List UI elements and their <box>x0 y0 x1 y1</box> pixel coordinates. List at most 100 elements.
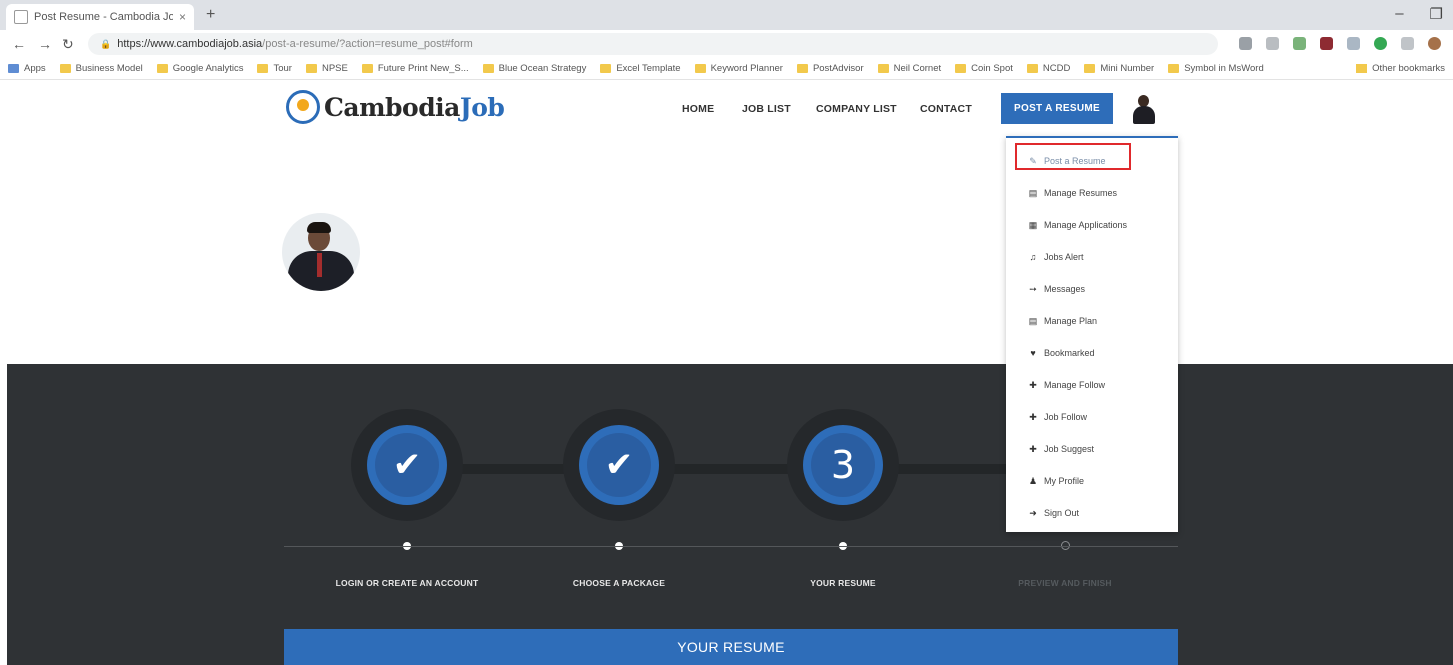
bookmark-item[interactable]: Coin Spot <box>955 63 1013 74</box>
extension-icon[interactable] <box>1347 37 1360 50</box>
nav-contact[interactable]: CONTACT <box>920 103 972 115</box>
new-tab-button[interactable]: + <box>206 6 215 24</box>
step-label: PREVIEW AND FINISH <box>1018 578 1112 588</box>
dropdown-item-jobs-alert[interactable]: ♫ Jobs Alert <box>1006 242 1178 272</box>
tab-title: Post Resume - Cambodia Job <box>34 11 173 23</box>
bookmark-item[interactable]: Apps <box>8 63 46 74</box>
site-header: CambodiaJob HOME JOB LIST COMPANY LIST C… <box>0 80 1453 136</box>
bookmark-item[interactable]: Tour <box>257 63 292 74</box>
bookmark-item[interactable]: Blue Ocean Strategy <box>482 63 587 74</box>
dropdown-item-my-profile[interactable]: ♟ My Profile <box>1006 466 1178 496</box>
bookmark-item[interactable]: Excel Template <box>600 63 681 74</box>
star-icon[interactable] <box>1239 37 1252 50</box>
checkmark-icon: ✔ <box>392 446 422 484</box>
folder-icon <box>1356 64 1368 73</box>
progress-track <box>284 546 1178 547</box>
menu-item-icon: ▤ <box>1028 315 1038 326</box>
profile-avatar-icon[interactable] <box>1428 37 1441 50</box>
bookmark-label: NPSE <box>321 63 348 74</box>
bookmark-item[interactable]: Mini Number <box>1084 63 1154 74</box>
menu-item-icon: ✚ <box>1029 411 1037 422</box>
bookmark-item[interactable]: Symbol in MsWord <box>1168 63 1264 74</box>
folder-icon <box>694 64 706 73</box>
bookmark-label: Coin Spot <box>971 63 1013 74</box>
folder-icon <box>796 64 808 73</box>
menu-item-icon: ➙ <box>1029 283 1037 294</box>
bookmark-item[interactable]: Future Print New_S... <box>361 63 469 74</box>
step-connector <box>420 464 1084 474</box>
bookmark-item[interactable]: Neil Cornet <box>877 63 941 74</box>
folder-icon <box>1084 64 1096 73</box>
dropdown-item-manage-applications[interactable]: ▦ Manage Applications <box>1006 210 1178 240</box>
step-circle-1: ✔ <box>351 409 463 521</box>
nav-job-list[interactable]: JOB LIST <box>742 103 791 115</box>
section-title-bar: YOUR RESUME <box>284 629 1178 665</box>
bookmark-label: Excel Template <box>616 63 681 74</box>
post-resume-button[interactable]: POST A RESUME <box>1001 93 1113 124</box>
bookmark-label: Symbol in MsWord <box>1184 63 1264 74</box>
lock-icon: 🔒 <box>100 38 112 49</box>
bookmark-item[interactable]: Google Analytics <box>156 63 243 74</box>
profile-photo <box>282 213 360 291</box>
menu-item-label: Job Follow <box>1044 412 1088 422</box>
dropdown-item-manage-follow[interactable]: ✚ Manage Follow <box>1006 370 1178 400</box>
bookmark-label: Blue Ocean Strategy <box>498 63 587 74</box>
address-bar: ← → ↻ 🔒 https://www.cambodiajob.asia/pos… <box>0 30 1453 59</box>
url-input[interactable]: 🔒 https://www.cambodiajob.asia/post-a-re… <box>88 33 1218 55</box>
site-logo[interactable]: CambodiaJob <box>286 90 505 124</box>
menu-item-icon: ♫ <box>1029 252 1037 262</box>
folder-icon <box>482 64 494 73</box>
dropdown-item-manage-resumes[interactable]: ▤ Manage Resumes <box>1006 178 1178 208</box>
menu-item-icon: ▤ <box>1028 187 1038 198</box>
bookmark-item[interactable]: Business Model <box>59 63 143 74</box>
dropdown-item-bookmarked[interactable]: ♥ Bookmarked <box>1006 338 1178 368</box>
bookmark-item[interactable]: Keyword Planner <box>694 63 783 74</box>
dropdown-item-job-follow[interactable]: ✚ Job Follow <box>1006 402 1178 432</box>
menu-item-label: Manage Follow <box>1044 380 1106 390</box>
dropdown-item-job-suggest[interactable]: ✚ Job Suggest <box>1006 434 1178 464</box>
restore-icon[interactable]: ❐ <box>1430 5 1443 23</box>
user-avatar[interactable] <box>1132 95 1156 125</box>
nav-home[interactable]: HOME <box>682 103 714 115</box>
nav-company-list[interactable]: COMPANY LIST <box>816 103 897 115</box>
folder-icon <box>305 64 317 73</box>
browser-tab[interactable]: Post Resume - Cambodia Job × <box>6 4 194 30</box>
other-bookmarks[interactable]: Other bookmarks <box>1356 63 1445 74</box>
menu-item-label: Sign Out <box>1044 508 1080 518</box>
dropdown-item-manage-plan[interactable]: ▤ Manage Plan <box>1006 306 1178 336</box>
step-circle-3: 3 <box>787 409 899 521</box>
close-tab-icon[interactable]: × <box>179 10 186 24</box>
menu-item-icon: ▦ <box>1028 219 1038 230</box>
bookmark-label: Apps <box>24 63 46 74</box>
folder-icon <box>156 64 168 73</box>
dropdown-item-sign-out[interactable]: ➜ Sign Out <box>1006 498 1178 528</box>
menu-item-label: Jobs Alert <box>1044 252 1084 262</box>
reload-icon[interactable]: ↻ <box>62 36 74 53</box>
window-controls: – ❐ <box>1395 5 1443 23</box>
menu-item-icon: ♟ <box>1028 475 1038 486</box>
extension-icon[interactable] <box>1293 37 1306 50</box>
bookmark-label: NCDD <box>1042 63 1071 74</box>
logo-text-job: Job <box>459 92 505 122</box>
extension-icon[interactable] <box>1320 37 1333 50</box>
bookmark-label: Tour <box>273 63 292 74</box>
menu-item-label: My Profile <box>1044 476 1085 486</box>
step-circle-2: ✔ <box>563 409 675 521</box>
back-icon[interactable]: ← <box>12 36 26 52</box>
browser-tabstrip: Post Resume - Cambodia Job × + – ❐ <box>0 0 1453 30</box>
extension-icon[interactable] <box>1401 37 1414 50</box>
dropdown-item-messages[interactable]: ➙ Messages <box>1006 274 1178 304</box>
folder-icon <box>257 64 269 73</box>
bookmark-item[interactable]: NCDD <box>1026 63 1071 74</box>
folder-icon <box>59 64 71 73</box>
bookmark-item[interactable]: NPSE <box>305 63 348 74</box>
extension-icon[interactable] <box>1374 37 1387 50</box>
menu-item-label: Manage Plan <box>1044 316 1098 326</box>
folder-icon <box>1026 64 1038 73</box>
minimize-icon[interactable]: – <box>1395 5 1403 23</box>
forward-icon[interactable]: → <box>38 36 52 52</box>
menu-item-label: Manage Resumes <box>1044 188 1118 198</box>
bookmark-item[interactable]: PostAdvisor <box>796 63 864 74</box>
checkmark-icon: ✔ <box>604 446 634 484</box>
extension-icon[interactable] <box>1266 37 1279 50</box>
